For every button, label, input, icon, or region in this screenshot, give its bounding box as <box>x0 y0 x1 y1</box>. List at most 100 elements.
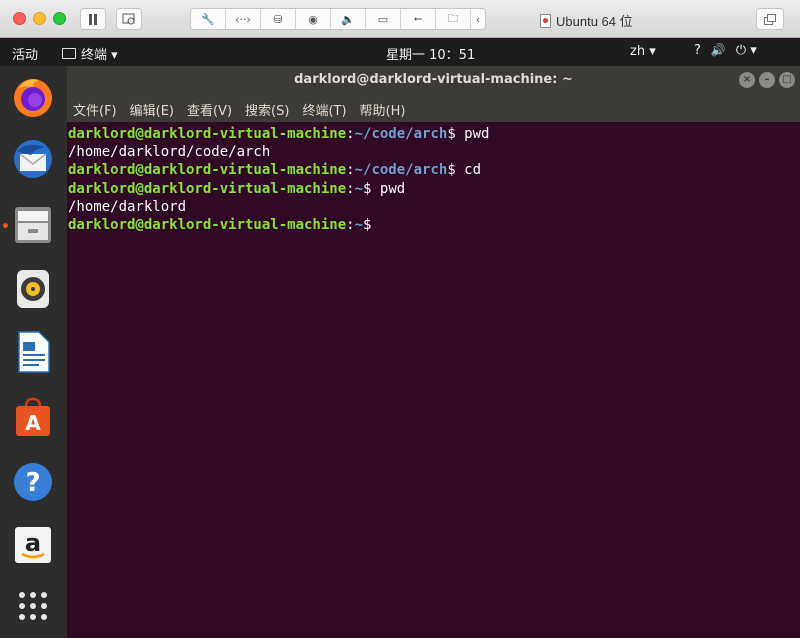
code-icon: ‹··› <box>235 12 251 26</box>
pause-vm-button[interactable] <box>80 8 106 30</box>
usb-button[interactable]: ⭠ <box>401 9 436 29</box>
ubuntu-top-bar: 活动 终端 ▾ 星期一 10：51 zh ▾ ? 🔊 ⏻ ▾ <box>0 39 800 66</box>
prompt-command: $ <box>363 216 380 233</box>
rhythmbox-icon <box>17 270 49 308</box>
dock-amazon[interactable]: a <box>10 522 56 568</box>
power-icon: ⏻ ▾ <box>735 43 757 58</box>
svg-text:a: a <box>25 529 41 557</box>
prompt-path: ~ <box>354 180 364 197</box>
windows-icon <box>764 13 776 25</box>
folder-share-icon: 🗀 <box>447 11 459 25</box>
terminal-maximize-button[interactable]: □ <box>779 72 795 88</box>
menu-view[interactable]: 查看(V) <box>187 100 232 119</box>
grid-icon <box>19 592 47 620</box>
menu-edit[interactable]: 编辑(E) <box>130 100 174 119</box>
chevron-left-icon: ‹ <box>475 12 481 26</box>
prompt-user: darklord@darklord-virtual-machine <box>68 126 347 142</box>
webcam-button[interactable]: ◉ <box>296 9 331 29</box>
menu-help[interactable]: 帮助(H) <box>360 100 406 119</box>
terminal-title: darklord@darklord-virtual-machine: ~ <box>294 72 573 87</box>
terminal-line: darklord@darklord-virtual-machine:~$ pwd <box>68 180 406 197</box>
mac-window-titlebar: 🔧 ‹··› ⛁ ◉ 🔈 ▭ ⭠ 🗀 ‹ Ubuntu 64 位 <box>0 0 800 38</box>
amazon-icon: a <box>15 527 51 563</box>
prompt-user: darklord@darklord-virtual-machine <box>68 180 347 197</box>
prompt-command: $ pwd <box>363 180 406 197</box>
maximize-icon: □ <box>782 74 792 85</box>
snapshot-icon <box>122 13 135 25</box>
dock-help[interactable]: ? <box>10 459 56 505</box>
prompt-command: $ pwd <box>447 126 490 142</box>
webcam-icon: ◉ <box>308 12 318 26</box>
accessibility-icon: ? <box>694 43 701 58</box>
collapse-toolbar-button[interactable]: ‹ <box>471 9 485 29</box>
terminal-line: /home/darklord/code/arch <box>68 143 800 161</box>
app-menu-label: 终端 ▾ <box>81 48 118 63</box>
speaker-icon: 🔈 <box>341 12 355 26</box>
close-window-button[interactable] <box>13 12 26 25</box>
settings-button[interactable]: 🔧 <box>191 9 226 29</box>
dock-rhythmbox[interactable] <box>10 266 56 312</box>
pause-icon <box>89 13 97 25</box>
terminal-minimize-button[interactable]: – <box>759 72 775 88</box>
svg-text:A: A <box>25 411 41 435</box>
dock: A ? a <box>0 66 67 638</box>
usb-icon: ⭠ <box>413 12 423 25</box>
wrench-icon: 🔧 <box>201 12 215 26</box>
snapshot-button[interactable] <box>116 8 142 30</box>
vm-document-icon <box>540 13 551 28</box>
files-icon <box>15 207 51 243</box>
drive-icon: ⛁ <box>273 12 283 26</box>
clock[interactable]: 星期一 10：51 <box>386 44 475 63</box>
firefox-icon <box>14 79 52 117</box>
prompt-user: darklord@darklord-virtual-machine <box>68 162 347 179</box>
drive-button[interactable]: ⛁ <box>261 9 296 29</box>
fullscreen-button[interactable] <box>756 8 784 30</box>
thunderbird-icon <box>14 140 52 178</box>
menu-search[interactable]: 搜索(S) <box>245 100 289 119</box>
app-menu[interactable]: 终端 ▾ <box>62 44 118 63</box>
svg-text:?: ? <box>25 468 40 498</box>
close-icon: × <box>742 74 752 85</box>
command-output: /home/darklord <box>68 198 187 215</box>
prompt-command: $ cd <box>447 162 482 179</box>
dock-thunderbird[interactable] <box>10 136 56 182</box>
command-output: /home/darklord/code/arch <box>68 144 271 161</box>
dock-files[interactable] <box>10 202 56 248</box>
menu-terminal[interactable]: 终端(T) <box>302 100 346 119</box>
vm-window-title: Ubuntu 64 位 <box>540 11 633 30</box>
terminal-output[interactable]: darklord@darklord-virtual-machine:~/code… <box>67 122 800 638</box>
shared-folder-button[interactable]: 🗀 <box>436 9 471 29</box>
help-icon: ? <box>14 463 52 501</box>
dock-software-center[interactable]: A <box>10 394 56 440</box>
terminal-menubar: 文件(F) 编辑(E) 查看(V) 搜索(S) 终端(T) 帮助(H) <box>67 96 800 122</box>
prompt-path: ~/code/arch <box>354 162 448 179</box>
maximize-window-button[interactable] <box>53 12 66 25</box>
software-center-icon: A <box>16 397 50 436</box>
prompt-path: ~ <box>354 216 364 233</box>
terminal-titlebar: darklord@darklord-virtual-machine: ~ × –… <box>67 66 800 96</box>
dock-firefox[interactable] <box>10 74 56 120</box>
camera-button[interactable]: ▭ <box>366 9 401 29</box>
writer-icon <box>18 331 50 373</box>
show-applications-button[interactable] <box>10 583 56 629</box>
menu-file[interactable]: 文件(F) <box>73 100 117 119</box>
volume-icon: 🔊 <box>710 43 726 57</box>
terminal-close-button[interactable]: × <box>739 72 755 88</box>
system-menu[interactable]: ? 🔊 ⏻ ▾ <box>694 43 757 58</box>
terminal-line: darklord@darklord-virtual-machine:~/code… <box>68 126 490 142</box>
code-button[interactable]: ‹··› <box>226 9 261 29</box>
vm-toolbar: 🔧 ‹··› ⛁ ◉ 🔈 ▭ ⭠ 🗀 ‹ <box>190 8 486 30</box>
language-indicator[interactable]: zh ▾ <box>630 44 656 59</box>
terminal-icon <box>62 48 76 59</box>
minimize-icon: – <box>764 74 770 85</box>
terminal-line: darklord@darklord-virtual-machine:~/code… <box>68 162 482 179</box>
activities-button[interactable]: 活动 <box>12 44 38 63</box>
text-cursor <box>380 216 388 231</box>
camera-icon: ▭ <box>377 12 389 26</box>
terminal-line: darklord@darklord-virtual-machine:~$ <box>68 216 800 234</box>
running-indicator <box>3 223 8 228</box>
dock-libreoffice-writer[interactable] <box>10 329 56 375</box>
minimize-window-button[interactable] <box>33 12 46 25</box>
sound-button[interactable]: 🔈 <box>331 9 366 29</box>
vm-title-text: Ubuntu 64 位 <box>556 14 633 29</box>
